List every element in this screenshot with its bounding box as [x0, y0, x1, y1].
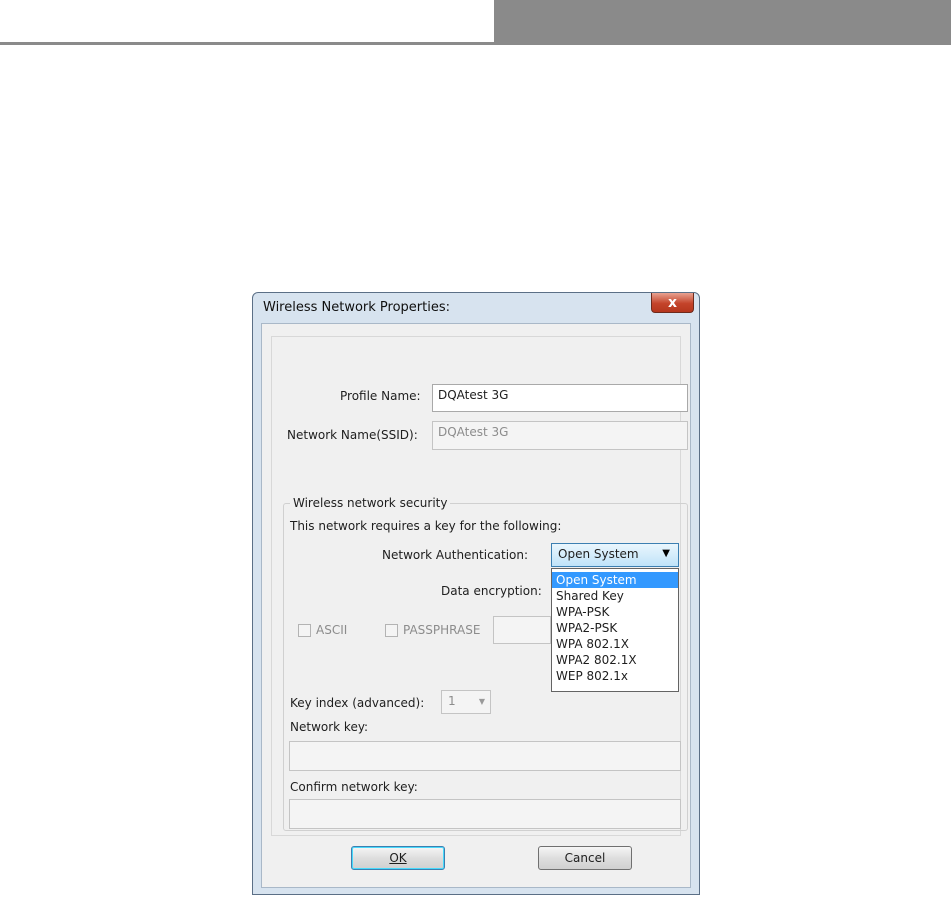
- dropdown-option-open-system[interactable]: Open System: [552, 572, 678, 588]
- authentication-dropdown-list: Open System Shared Key WPA-PSK WPA2-PSK …: [551, 568, 679, 692]
- dropdown-option-shared-key[interactable]: Shared Key: [552, 588, 678, 604]
- dropdown-option-wpa2-psk[interactable]: WPA2-PSK: [552, 620, 678, 636]
- dropdown-option-wpa-8021x[interactable]: WPA 802.1X: [552, 636, 678, 652]
- network-authentication-select[interactable]: Open System ▼: [551, 543, 679, 567]
- passphrase-input[interactable]: [493, 616, 551, 644]
- network-authentication-selected: Open System: [558, 547, 639, 561]
- profile-name-input[interactable]: DQAtest 3G: [432, 384, 688, 412]
- network-key-input[interactable]: [289, 741, 681, 771]
- key-index-select[interactable]: 1 ▼: [441, 690, 491, 714]
- close-icon: x: [667, 294, 678, 311]
- security-group-title: Wireless network security: [290, 496, 451, 510]
- profile-name-label: Profile Name:: [340, 389, 421, 403]
- requires-key-text: This network requires a key for the foll…: [290, 519, 562, 533]
- dropdown-option-wpa-psk[interactable]: WPA-PSK: [552, 604, 678, 620]
- cancel-button-label: Cancel: [564, 851, 606, 865]
- cancel-button[interactable]: Cancel: [538, 846, 632, 870]
- ssid-input[interactable]: DQAtest 3G: [432, 421, 688, 450]
- ascii-label: ASCII: [316, 623, 348, 637]
- ok-button-label: OK: [389, 851, 407, 865]
- ok-button[interactable]: OK: [351, 846, 445, 870]
- chevron-down-icon: ▼: [478, 697, 485, 706]
- confirm-network-key-input[interactable]: [289, 799, 681, 829]
- chevron-down-icon: ▼: [662, 548, 670, 559]
- dialog-title: Wireless Network Properties:: [263, 300, 451, 315]
- dropdown-option-wep-8021x[interactable]: WEP 802.1x: [552, 668, 678, 684]
- key-index-label: Key index (advanced):: [290, 696, 425, 710]
- data-encryption-label: Data encryption:: [441, 584, 542, 598]
- ssid-label: Network Name(SSID):: [287, 428, 418, 442]
- dropdown-option-wpa2-8021x[interactable]: WPA2 802.1X: [552, 652, 678, 668]
- key-index-value: 1: [448, 694, 456, 708]
- network-authentication-label: Network Authentication:: [382, 548, 529, 562]
- ascii-checkbox[interactable]: [298, 624, 311, 637]
- header-bar: [494, 0, 951, 45]
- passphrase-label: PASSPHRASE: [403, 623, 481, 637]
- network-key-label: Network key:: [290, 720, 369, 734]
- confirm-network-key-label: Confirm network key:: [290, 780, 418, 794]
- close-button[interactable]: x: [651, 293, 694, 313]
- passphrase-checkbox[interactable]: [385, 624, 398, 637]
- header-rule: [0, 42, 494, 45]
